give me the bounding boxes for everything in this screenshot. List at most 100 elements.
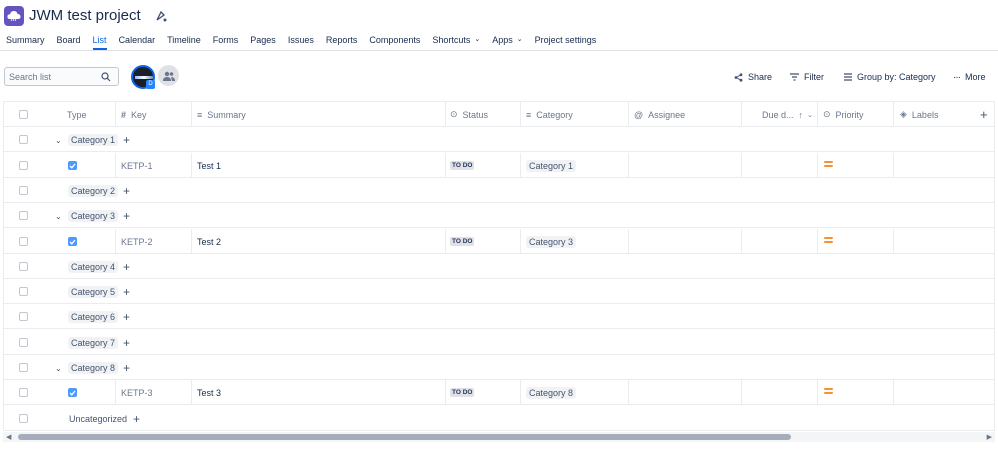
group-row[interactable]: Category 7 + (4, 330, 994, 355)
tab-pages[interactable]: Pages (244, 32, 282, 50)
scroll-left-icon[interactable]: ◀ (6, 433, 11, 441)
issue-summary-cell[interactable]: Test 2 (197, 229, 221, 254)
issue-key: KETP-3 (121, 387, 153, 398)
row-select-checkbox[interactable] (19, 363, 28, 372)
add-issue-icon[interactable]: + (123, 261, 130, 273)
column-type[interactable]: Type (67, 102, 87, 127)
group-row[interactable]: Category 4 + (4, 254, 994, 279)
row-select-checkbox[interactable] (19, 338, 28, 347)
add-people-icon[interactable] (158, 65, 179, 86)
group-row[interactable]: ⌄ Category 3 + (4, 203, 994, 228)
group-row[interactable]: Uncategorized + (4, 406, 994, 430)
category-tag-cell[interactable]: Category 8 (526, 380, 577, 405)
status-badge-cell[interactable]: TO DO (450, 153, 475, 178)
scrollbar-thumb[interactable] (18, 434, 791, 440)
group-row[interactable]: ⌄ Category 1 + (4, 127, 994, 152)
column-summary[interactable]: ≡ Summary (197, 102, 246, 127)
group-header: Category 4 + (68, 254, 130, 279)
group-row[interactable]: Category 6 + (4, 304, 994, 329)
horizontal-scrollbar[interactable]: ◀ ▶ (3, 432, 995, 442)
share-button[interactable]: Share (734, 70, 772, 84)
tab-project-settings[interactable]: Project settings (529, 32, 603, 50)
row-select-checkbox[interactable] (19, 211, 28, 220)
tab-timeline[interactable]: Timeline (161, 32, 207, 50)
status-badge-cell[interactable]: TO DO (450, 380, 475, 405)
row-select-checkbox[interactable] (19, 161, 28, 170)
category-tag-cell[interactable]: Category 3 (526, 229, 577, 254)
priority-cell[interactable] (824, 227, 833, 252)
add-issue-icon[interactable]: + (123, 185, 130, 197)
column-labels[interactable]: ◈ Labels (900, 102, 938, 127)
tab-issues[interactable]: Issues (282, 32, 320, 50)
column-category[interactable]: ≡ Category (526, 102, 573, 127)
add-column-button[interactable]: + (980, 102, 988, 127)
table-row[interactable]: KETP-3 Test 3 TO DO Category 8 (4, 378, 994, 405)
chevron-down-icon[interactable]: ⌄ (55, 212, 62, 221)
row-select-checkbox[interactable] (19, 388, 28, 397)
column-priority[interactable]: ⊙ Priority (823, 102, 864, 127)
row-select-checkbox[interactable] (19, 237, 28, 246)
row-select-checkbox[interactable] (19, 287, 28, 296)
row-select-checkbox[interactable] (19, 414, 28, 423)
group-row[interactable]: ⌄ Category 8 + (4, 355, 994, 380)
add-issue-icon[interactable]: + (133, 413, 140, 425)
issue-key-cell[interactable]: KETP-1 (121, 153, 153, 178)
group-header: Uncategorized + (68, 406, 140, 430)
add-issue-icon[interactable]: + (123, 210, 130, 222)
tab-calendar[interactable]: Calendar (113, 32, 162, 50)
priority-cell[interactable] (824, 378, 833, 403)
add-issue-icon[interactable]: + (123, 286, 130, 298)
group-label: Uncategorized (69, 413, 128, 424)
column-assignee[interactable]: @ Assignee (634, 102, 685, 127)
column-due-date[interactable]: Due d... ↑ ⌄ (762, 102, 813, 127)
scroll-right-icon[interactable]: ▶ (987, 433, 992, 441)
tab-reports[interactable]: Reports (320, 32, 364, 50)
priority-cell[interactable] (824, 151, 833, 176)
table-row[interactable]: KETP-2 Test 2 TO DO Category 3 (4, 227, 994, 254)
search-placeholder: Search list (9, 72, 52, 82)
cloud-project-icon[interactable] (4, 6, 24, 26)
issue-key-cell[interactable]: KETP-2 (121, 229, 153, 254)
issue-summary: Test 1 (197, 160, 222, 171)
add-issue-icon[interactable]: + (123, 311, 130, 323)
tab-forms[interactable]: Forms (207, 32, 245, 50)
chevron-down-icon[interactable]: ⌄ (55, 364, 62, 373)
row-select-checkbox[interactable] (19, 312, 28, 321)
tab-shortcuts[interactable]: Shortcuts ⌄ (426, 32, 486, 50)
filter-button[interactable]: Filter (790, 70, 824, 84)
issue-summary-cell[interactable]: Test 3 (197, 380, 221, 405)
tab-label: Board (56, 35, 81, 45)
category-tag-cell[interactable]: Category 1 (526, 153, 577, 178)
table-row[interactable]: KETP-1 Test 1 TO DO Category 1 (4, 151, 994, 178)
group-row[interactable]: Category 5 + (4, 279, 994, 304)
group-by-button[interactable]: Group by: Category (844, 70, 936, 84)
add-issue-icon[interactable]: + (123, 362, 130, 374)
issue-key-cell[interactable]: KETP-3 (121, 380, 153, 405)
issue-list-table: Type # Key ≡ Summary ⊙ Status ≡ Category @ As… (3, 101, 995, 431)
more-button[interactable]: ··· More (953, 70, 986, 84)
group-header: Category 8 + (68, 355, 130, 380)
row-select-checkbox[interactable] (19, 186, 28, 195)
status-badge-cell[interactable]: TO DO (450, 229, 475, 254)
column-status[interactable]: ⊙ Status (450, 102, 488, 127)
tab-summary[interactable]: Summary (0, 32, 51, 50)
group-row[interactable]: Category 2 + (4, 178, 994, 203)
tab-list[interactable]: List (87, 32, 113, 50)
column-summary-label: Summary (207, 109, 246, 120)
add-issue-icon[interactable]: + (123, 134, 130, 146)
theme-brush-icon[interactable] (154, 9, 168, 23)
tab-label: Timeline (167, 35, 201, 45)
search-input[interactable]: Search list (4, 67, 119, 86)
tab-apps[interactable]: Apps ⌄ (486, 32, 528, 50)
tab-label: Forms (212, 35, 239, 45)
group-by-icon (844, 73, 852, 81)
tab-components[interactable]: Components (363, 32, 426, 50)
tab-board[interactable]: Board (51, 32, 87, 50)
row-select-checkbox[interactable] (19, 262, 28, 271)
issue-summary-cell[interactable]: Test 1 (197, 153, 221, 178)
select-all-checkbox[interactable] (19, 110, 28, 119)
row-select-checkbox[interactable] (19, 135, 28, 144)
chevron-down-icon[interactable]: ⌄ (55, 136, 62, 145)
column-key[interactable]: # Key (121, 102, 147, 127)
add-issue-icon[interactable]: + (123, 337, 130, 349)
